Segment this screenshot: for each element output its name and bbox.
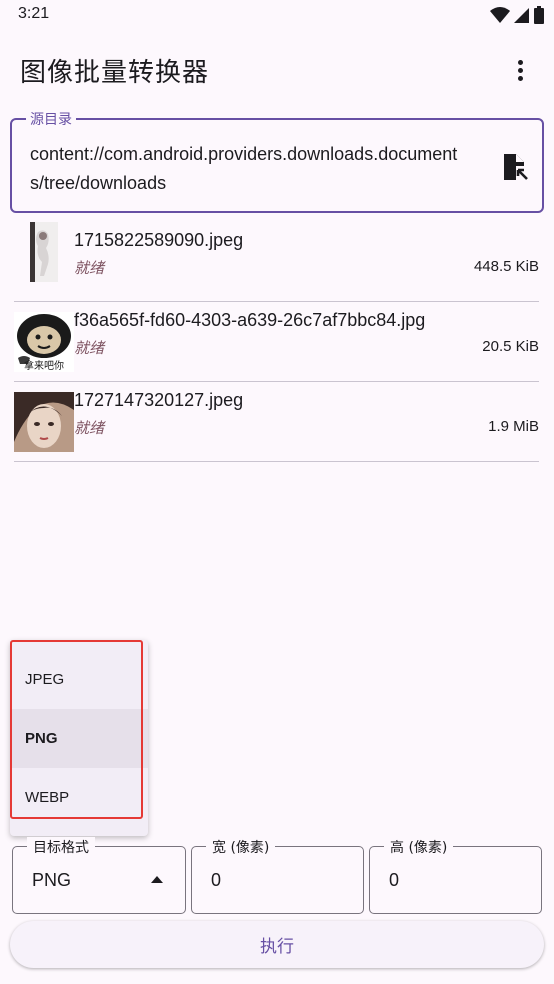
target-format-value: PNG [32, 870, 72, 890]
source-directory-label: 源目录 [26, 109, 76, 129]
file-list: 1715822589090.jpeg 就绪 448.5 KiB 拿来吧你 f36… [14, 222, 539, 462]
height-label: 高 (像素) [384, 837, 454, 857]
source-directory-value[interactable]: content://com.android.providers.download… [30, 140, 470, 198]
file-thumbnail: 拿来吧你 [14, 312, 74, 372]
file-list-item[interactable]: 拿来吧你 f36a565f-fd60-4303-a639-26c7af7bbc8… [14, 302, 539, 382]
target-format-label: 目标格式 [27, 837, 95, 857]
target-format-select[interactable]: 目标格式 PNG [12, 837, 186, 914]
height-input[interactable]: 高 (像素) 0 [369, 837, 542, 914]
file-status: 就绪 [74, 339, 105, 357]
execute-button[interactable]: 执行 [10, 921, 544, 968]
battery-icon [534, 6, 544, 24]
file-name: 1727147320127.jpeg [74, 390, 244, 410]
more-vert-icon[interactable] [506, 56, 534, 84]
arrow-up-icon[interactable] [151, 876, 163, 883]
file-size: 448.5 KiB [473, 258, 539, 275]
width-value[interactable]: 0 [211, 870, 221, 891]
format-dropdown-menu: JPEG PNG WEBP [10, 640, 148, 836]
file-list-item[interactable]: 1727147320127.jpeg 就绪 1.9 MiB [14, 382, 539, 462]
width-label: 宽 (像素) [206, 837, 276, 857]
app-bar: 图像批量转换器 [0, 40, 554, 98]
wifi-icon [490, 7, 510, 23]
file-size: 20.5 KiB [482, 338, 539, 355]
file-status: 就绪 [74, 259, 105, 277]
signal-icon [514, 8, 529, 23]
thumbnail-caption: 拿来吧你 [24, 359, 64, 372]
file-open-icon[interactable] [502, 152, 528, 182]
file-name: f36a565f-fd60-4303-a639-26c7af7bbc84.jpg [74, 310, 426, 330]
file-list-item[interactable]: 1715822589090.jpeg 就绪 448.5 KiB [14, 222, 539, 302]
status-bar: 3:21 [0, 0, 554, 32]
height-value[interactable]: 0 [389, 870, 399, 891]
file-status: 就绪 [74, 419, 105, 437]
file-thumbnail [14, 392, 74, 452]
file-thumbnail [30, 222, 58, 282]
file-size: 1.9 MiB [488, 418, 539, 435]
file-name: 1715822589090.jpeg [74, 230, 244, 250]
menu-option-webp[interactable]: WEBP [10, 768, 148, 827]
menu-option-png[interactable]: PNG [10, 709, 148, 768]
status-icons [490, 6, 544, 24]
status-time: 3:21 [18, 5, 50, 22]
app-title: 图像批量转换器 [20, 58, 210, 88]
width-input[interactable]: 宽 (像素) 0 [191, 837, 364, 914]
menu-option-jpeg[interactable]: JPEG [10, 650, 148, 709]
source-directory-field[interactable]: 源目录 content://com.android.providers.down… [10, 109, 544, 213]
